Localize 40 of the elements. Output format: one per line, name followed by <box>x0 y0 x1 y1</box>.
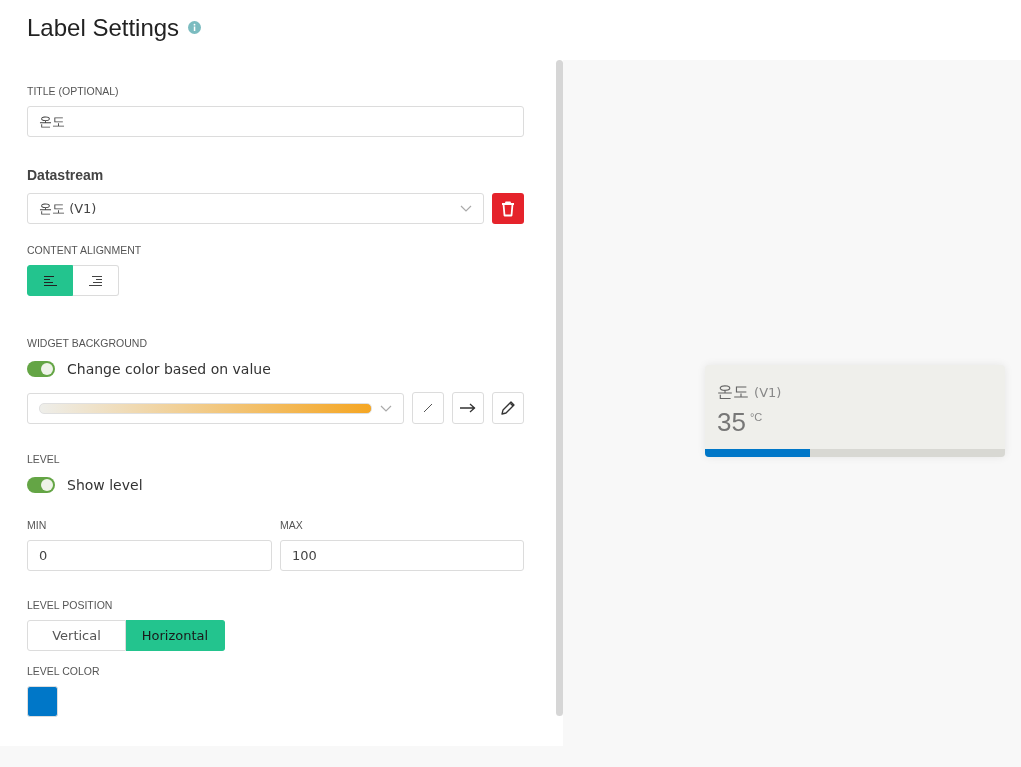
trash-icon <box>501 200 515 217</box>
arrow-button[interactable] <box>452 392 484 424</box>
field-label: LEVEL POSITION <box>27 599 114 613</box>
datastream-dropdown[interactable]: 온도 (V1) <box>27 193 484 224</box>
field-label: LEVEL <box>27 453 61 467</box>
min-input-field[interactable]: 0 <box>27 540 272 571</box>
toggle-label: Show level <box>67 477 143 493</box>
field-label: TITLE (OPTIONAL) <box>27 85 120 99</box>
gradient-dropdown[interactable] <box>27 392 404 424</box>
alignment-button[interactable] <box>73 265 119 296</box>
alignment-button[interactable] <box>27 265 73 296</box>
delete-button[interactable] <box>492 193 524 224</box>
color-swatch[interactable] <box>27 686 58 717</box>
section-heading: Datastream <box>27 167 105 183</box>
chevron-down-icon <box>460 205 472 212</box>
slash-icon <box>423 403 433 413</box>
pencil-icon <box>500 400 516 416</box>
toggle-switch[interactable] <box>27 477 55 493</box>
field-label: LEVEL COLOR <box>27 665 101 679</box>
toggle-switch[interactable] <box>27 361 55 377</box>
widget-title: 온도 (V1) <box>717 382 783 403</box>
page-title: Label Settings <box>27 13 180 42</box>
field-label: MIN <box>27 519 48 533</box>
align-left-icon <box>43 275 57 286</box>
max-input-field[interactable]: 100 <box>280 540 524 571</box>
arrow-right-icon <box>460 403 476 413</box>
toggle-label: Change color based on value <box>67 361 271 377</box>
edit-button[interactable] <box>492 392 524 424</box>
title-input-field[interactable]: 온도 <box>27 106 524 137</box>
unit-label: °C <box>749 411 763 423</box>
field-label: MAX <box>280 519 304 533</box>
level-position-button[interactable]: Horizontal <box>126 620 225 651</box>
chevron-down-icon <box>380 404 392 412</box>
level-position-button[interactable]: Vertical <box>27 620 126 651</box>
widget-value: 35 <box>717 407 746 438</box>
field-label: CONTENT ALIGNMENT <box>27 244 143 258</box>
info-icon[interactable] <box>188 21 202 34</box>
align-right-icon <box>89 275 102 286</box>
field-label: WIDGET BACKGROUND <box>27 337 148 351</box>
scrollbar[interactable] <box>556 60 563 716</box>
